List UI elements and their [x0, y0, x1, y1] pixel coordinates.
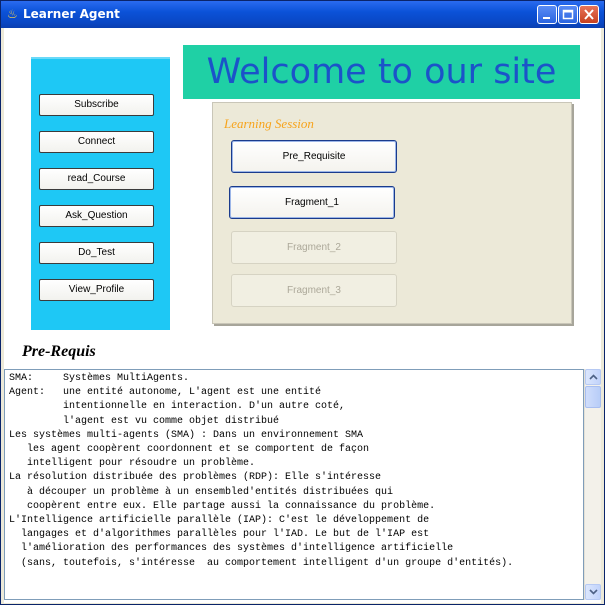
- close-button[interactable]: [579, 5, 599, 24]
- learning-session-label: Learning Session: [224, 116, 314, 131]
- title-bar[interactable]: ♨ Learner Agent: [1, 1, 604, 28]
- text-line: (sans, toutefois, s'intéresse au comport…: [9, 557, 514, 569]
- fragment-2-button: Fragment_2: [231, 231, 397, 264]
- view-profile-button[interactable]: View_Profile: [39, 279, 154, 301]
- content-text-area[interactable]: SMA: Systèmes MultiAgents. Agent: une en…: [4, 369, 584, 600]
- content-text: SMA: Systèmes MultiAgents. Agent: une en…: [5, 370, 583, 571]
- do-test-button[interactable]: Do_Test: [39, 242, 154, 264]
- text-line: les agent coopèrent coordonnent et se co…: [27, 444, 370, 456]
- maximize-button[interactable]: [558, 5, 578, 24]
- connect-button[interactable]: Connect: [39, 131, 154, 153]
- scroll-down-button[interactable]: [585, 584, 601, 600]
- vertical-scrollbar[interactable]: [584, 369, 601, 600]
- text-line: Agent: une entité autonome, L'agent est …: [9, 387, 322, 399]
- text-line: langages et d'algorithmes parallèles pou…: [21, 529, 430, 541]
- minimize-icon: [543, 17, 550, 19]
- client-area: Subscribe Connect read_Course Ask_Questi…: [4, 28, 601, 603]
- text-line: L'Intelligence artificielle parallèle (I…: [9, 515, 430, 527]
- sidebar-menu: Subscribe Connect read_Course Ask_Questi…: [31, 57, 170, 330]
- chevron-up-icon: [589, 374, 598, 380]
- welcome-banner: Welcome to our site: [183, 45, 580, 99]
- text-line: l'amélioration des performances des syst…: [21, 543, 454, 555]
- subscribe-button[interactable]: Subscribe: [39, 94, 154, 116]
- read-course-button[interactable]: read_Course: [39, 168, 154, 190]
- scroll-up-button[interactable]: [585, 369, 601, 385]
- maximize-icon: [562, 9, 574, 20]
- text-line: intentionnelle en interaction. D'un autr…: [63, 401, 346, 413]
- text-line: à découper un problème à un ensembled'en…: [27, 486, 394, 498]
- text-line: l'agent est vu comme objet distribué: [63, 415, 280, 427]
- close-icon: [584, 9, 594, 20]
- scroll-thumb[interactable]: [585, 386, 601, 408]
- learning-session-panel: Learning Session Pre_Requisite Fragment_…: [212, 102, 572, 324]
- window-title: Learner Agent: [23, 7, 120, 21]
- pre-requisite-button[interactable]: Pre_Requisite: [231, 140, 397, 173]
- fragment-3-button: Fragment_3: [231, 274, 397, 307]
- text-line: coopèrent entre eux. Elle partage aussi …: [27, 500, 436, 512]
- text-line: SMA: Systèmes MultiAgents.: [9, 373, 190, 384]
- minimize-button[interactable]: [537, 5, 557, 24]
- text-line: Les systèmes multi-agents (SMA) : Dans u…: [9, 429, 364, 441]
- text-line: La résolution distribuée des problèmes (…: [9, 472, 382, 484]
- learner-agent-window: ♨ Learner Agent Subscribe Connect read_C…: [0, 0, 605, 605]
- text-line: intelligent pour résoudre un problème.: [27, 458, 256, 470]
- ask-question-button[interactable]: Ask_Question: [39, 205, 154, 227]
- java-cup-icon: ♨: [7, 7, 18, 21]
- chevron-down-icon: [589, 589, 598, 595]
- fragment-1-button[interactable]: Fragment_1: [229, 186, 395, 219]
- content-heading: Pre-Requis: [22, 343, 96, 360]
